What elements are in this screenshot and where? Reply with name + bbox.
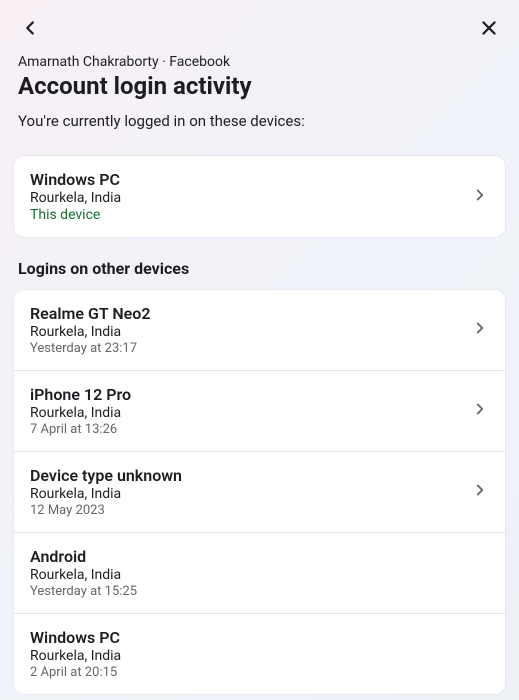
device-time: 2 April at 20:15	[30, 665, 489, 680]
chevron-right-icon	[471, 400, 489, 422]
chevron-right-icon	[471, 481, 489, 503]
device-name: Device type unknown	[30, 466, 471, 485]
chevron-left-icon	[19, 17, 41, 39]
device-location: Rourkela, India	[30, 648, 489, 664]
device-time: Yesterday at 23:17	[30, 341, 471, 356]
page-title: Account login activity	[18, 72, 501, 100]
device-name: iPhone 12 Pro	[30, 385, 471, 404]
device-name: Realme GT Neo2	[30, 304, 471, 323]
device-time: Yesterday at 15:25	[30, 584, 489, 599]
device-time: 12 May 2023	[30, 503, 471, 518]
device-list-item[interactable]: AndroidRourkela, IndiaYesterday at 15:25	[14, 533, 505, 614]
section-title-other-devices: Logins on other devices	[14, 259, 505, 278]
device-name: Windows PC	[30, 170, 471, 189]
chevron-right-icon	[471, 186, 489, 208]
device-location: Rourkela, India	[30, 567, 489, 583]
device-location: Rourkela, India	[30, 324, 471, 340]
device-list-item[interactable]: Windows PCRourkela, India2 April at 20:1…	[14, 614, 505, 694]
other-devices-list: Realme GT Neo2Rourkela, IndiaYesterday a…	[14, 290, 505, 694]
breadcrumb: Amarnath Chakraborty · Facebook	[18, 54, 501, 70]
current-device-card[interactable]: Windows PC Rourkela, India This device	[14, 156, 505, 237]
this-device-badge: This device	[30, 207, 471, 223]
page-subtitle: You're currently logged in on these devi…	[18, 112, 501, 130]
device-list-item[interactable]: Realme GT Neo2Rourkela, IndiaYesterday a…	[14, 290, 505, 371]
close-button[interactable]	[475, 14, 503, 42]
close-icon	[478, 17, 500, 39]
back-button[interactable]	[16, 14, 44, 42]
device-location: Rourkela, India	[30, 486, 471, 502]
device-list-item[interactable]: Device type unknownRourkela, India12 May…	[14, 452, 505, 533]
device-name: Windows PC	[30, 628, 489, 647]
device-location: Rourkela, India	[30, 190, 471, 206]
device-time: 7 April at 13:26	[30, 422, 471, 437]
device-list-item[interactable]: iPhone 12 ProRourkela, India7 April at 1…	[14, 371, 505, 452]
chevron-right-icon	[471, 319, 489, 341]
device-location: Rourkela, India	[30, 405, 471, 421]
device-name: Android	[30, 547, 489, 566]
